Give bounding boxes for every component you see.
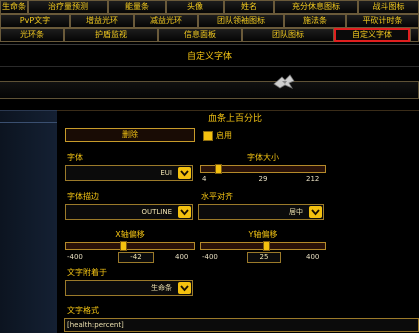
section-title: 自定义字体 <box>186 52 232 62</box>
font-dropdown[interactable]: EUI <box>65 165 193 181</box>
halign-label: 水平对齐 <box>201 192 233 201</box>
font-size-max: 212 <box>306 175 320 183</box>
tab-raid-leader-icon[interactable]: 团队领袖图标 <box>198 14 284 28</box>
tab-debuffs[interactable]: 减益光环 <box>134 14 198 28</box>
enable-label: 启用 <box>216 131 232 140</box>
tab-swing-timer[interactable]: 平砍计时条 <box>346 14 419 28</box>
chevron-down-icon[interactable] <box>178 206 191 218</box>
y-offset-slider-thumb[interactable] <box>263 241 270 251</box>
tab-heal-prediction[interactable]: 治疗量预测 <box>28 0 108 14</box>
tab-name[interactable]: 姓名 <box>224 0 274 14</box>
header-bar <box>0 81 419 99</box>
y-offset-slider[interactable] <box>200 241 326 251</box>
enable-checkbox[interactable] <box>203 131 213 141</box>
x-offset-slider-thumb[interactable] <box>120 241 127 251</box>
tab-row-2: PvP文字 增益光环 减益光环 团队领袖图标 施法条 平砍计时条 <box>0 14 419 28</box>
font-size-slider[interactable] <box>200 164 326 174</box>
outline-dropdown-value: OUTLINE <box>141 208 172 216</box>
x-offset-max: 400 <box>175 253 189 261</box>
outline-label: 字体描边 <box>67 192 99 201</box>
font-size-value[interactable]: 29 <box>250 175 276 184</box>
tab-shield-monitor[interactable]: 护盾监视 <box>64 28 158 42</box>
y-offset-value[interactable]: 25 <box>247 252 281 263</box>
y-offset-min: -400 <box>202 253 218 261</box>
tab-row-3: 光环条 护盾监视 信息面板 团队图标 自定义字体 <box>0 28 419 42</box>
left-list-panel[interactable] <box>0 110 57 333</box>
divider <box>0 44 419 45</box>
tab-rested-icon[interactable]: 充分休息图标 <box>274 0 358 14</box>
panel-top-border <box>57 110 419 111</box>
tab-pvp-text[interactable]: PvP文字 <box>0 14 70 28</box>
tab-info-panel[interactable]: 信息面板 <box>158 28 242 42</box>
outline-dropdown[interactable]: OUTLINE <box>65 204 193 220</box>
chevron-down-icon[interactable] <box>178 167 191 179</box>
tab-buffs[interactable]: 增益光环 <box>70 14 134 28</box>
font-size-slider-thumb[interactable] <box>215 164 222 174</box>
chevron-down-icon[interactable] <box>178 282 191 294</box>
panel-heading: 血条上百分比 <box>207 114 262 124</box>
left-panel-divider <box>0 122 57 123</box>
x-offset-label: X轴偏移 <box>115 230 145 239</box>
attach-dropdown-value: 生命条 <box>151 284 172 292</box>
tab-power-bar[interactable]: 能量条 <box>108 0 166 14</box>
font-size-label: 字体大小 <box>247 153 279 162</box>
divider <box>0 66 419 67</box>
attach-label: 文字附着于 <box>67 268 107 277</box>
delete-button[interactable]: 删除 <box>65 128 195 142</box>
y-offset-max: 400 <box>306 253 320 261</box>
x-offset-slider[interactable] <box>65 241 195 251</box>
tab-raid-icon[interactable]: 团队图标 <box>242 28 334 42</box>
tab-custom-font[interactable]: 自定义字体 <box>334 28 410 42</box>
eagle-logo-icon <box>273 74 295 89</box>
halign-dropdown[interactable]: 居中 <box>198 204 324 220</box>
font-size-min: 4 <box>202 175 207 183</box>
font-dropdown-value: EUI <box>160 169 172 177</box>
halign-dropdown-value: 居中 <box>289 208 303 216</box>
tab-row-3-filler <box>410 28 419 42</box>
attach-dropdown[interactable]: 生命条 <box>65 280 193 296</box>
x-offset-value[interactable]: -42 <box>118 252 154 263</box>
tab-health-bar[interactable]: 生命条 <box>0 0 28 14</box>
chevron-down-icon[interactable] <box>309 206 322 218</box>
tab-row-1: 生命条 治疗量预测 能量条 头像 姓名 充分休息图标 战斗图标 <box>0 0 419 14</box>
x-offset-min: -400 <box>67 253 83 261</box>
format-label: 文字格式 <box>67 306 99 315</box>
tab-castbar[interactable]: 施法条 <box>284 14 346 28</box>
font-label: 字体 <box>67 153 83 162</box>
tab-aura-bars[interactable]: 光环条 <box>0 28 64 42</box>
y-offset-label: Y轴偏移 <box>248 230 278 239</box>
format-input[interactable]: [health:percent] <box>64 318 419 332</box>
tab-combat-icon[interactable]: 战斗图标 <box>358 0 419 14</box>
tab-portrait[interactable]: 头像 <box>166 0 224 14</box>
